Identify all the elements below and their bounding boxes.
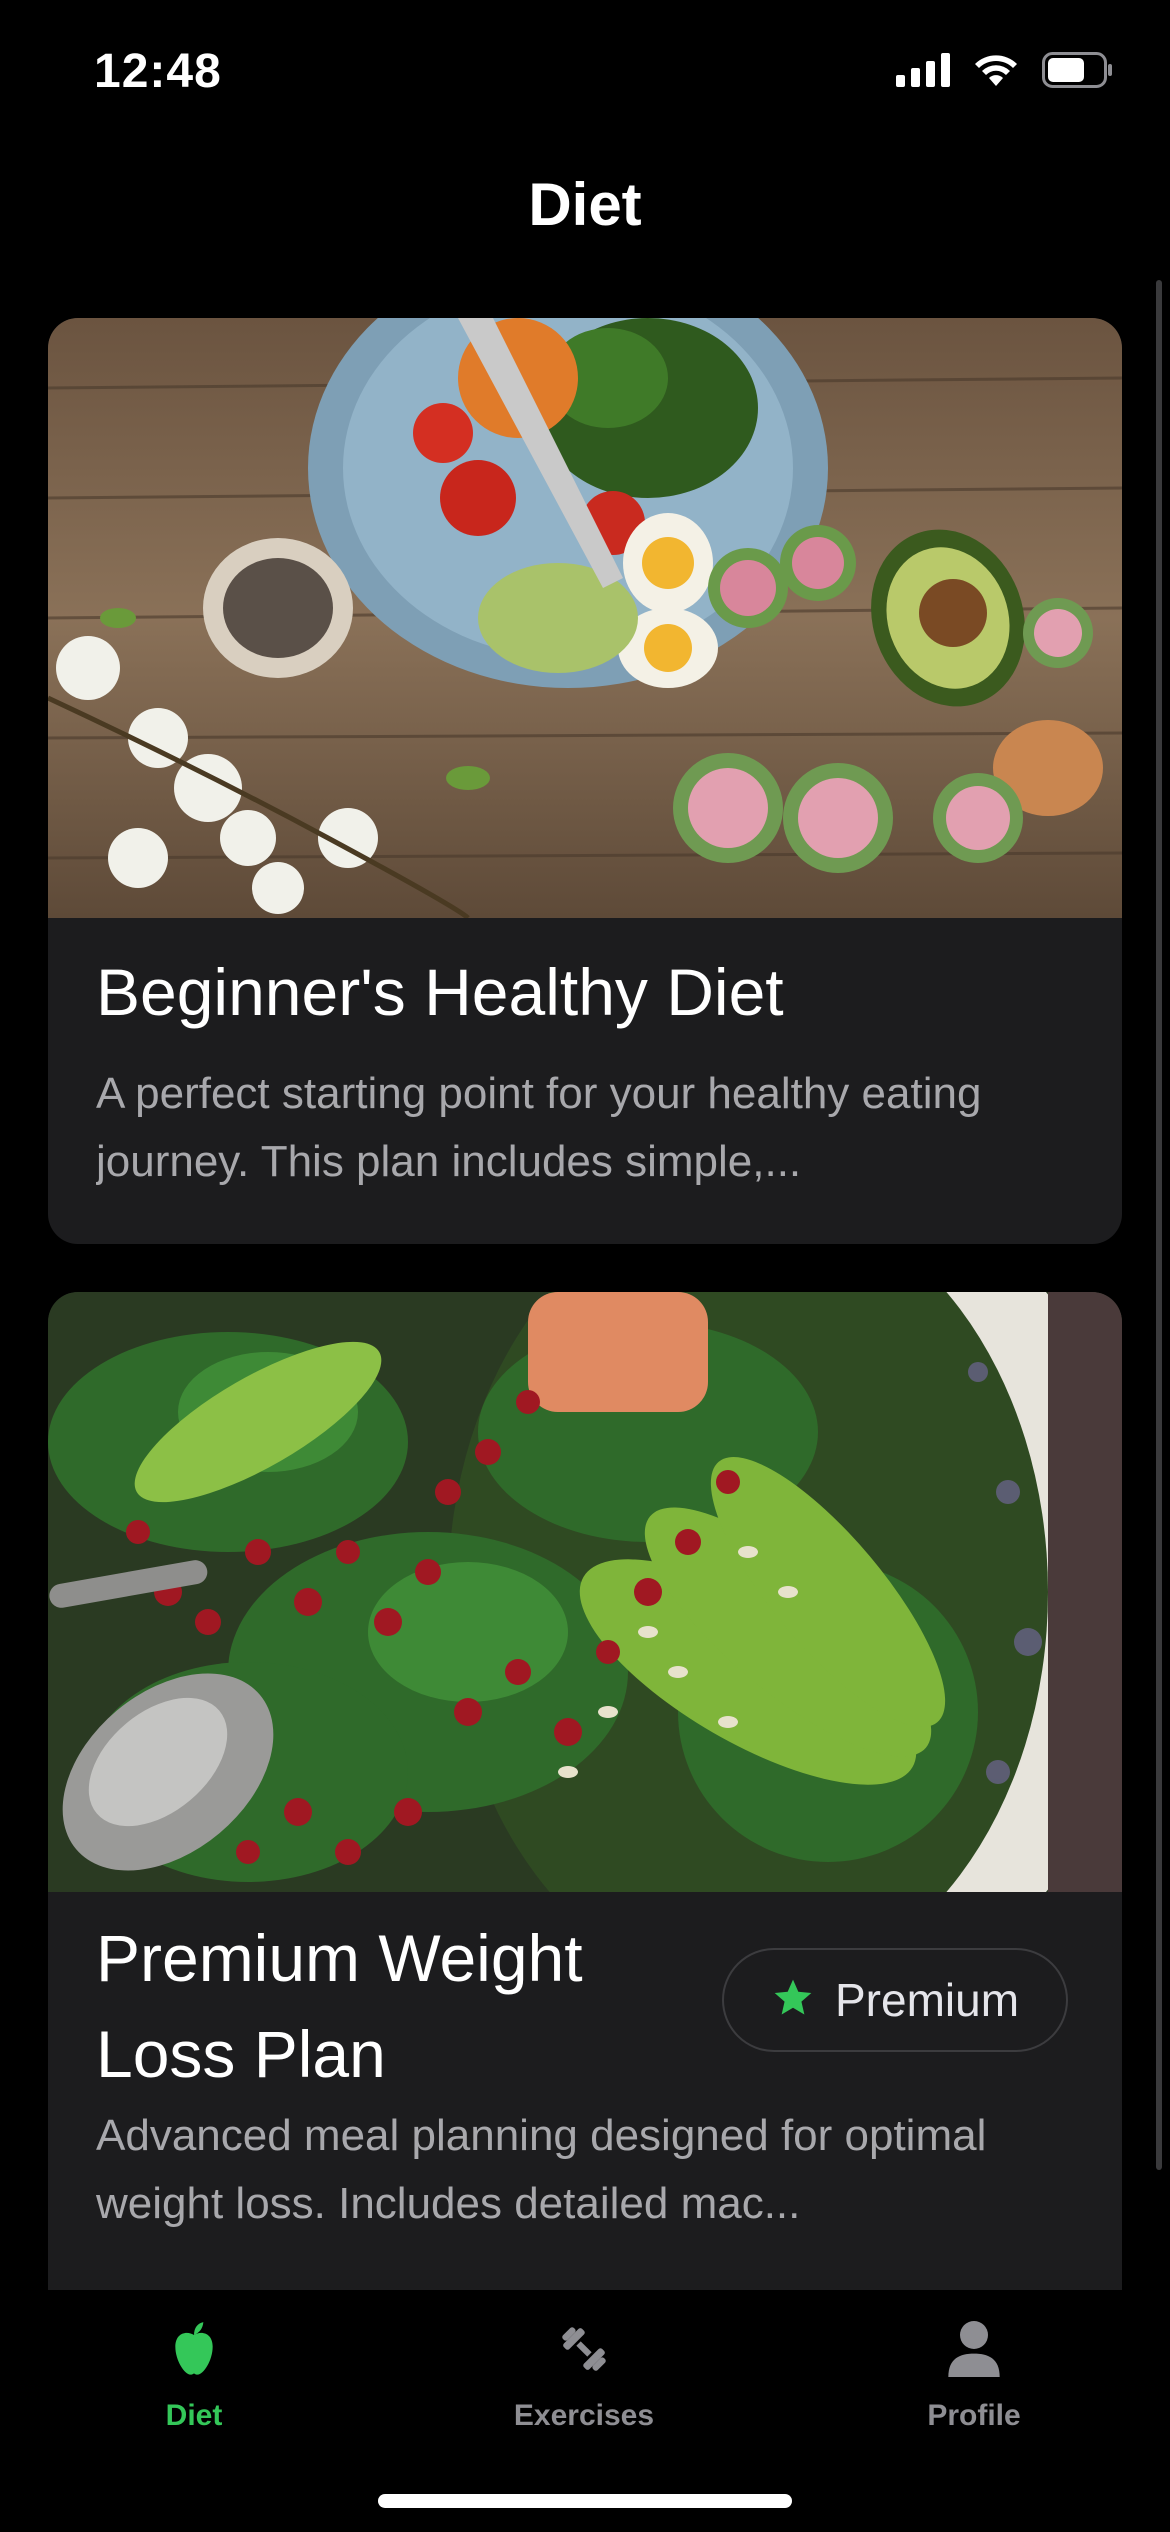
tab-diet[interactable]: Diet [44,2318,344,2433]
status-time: 12:48 [94,45,222,98]
diet-plan-card[interactable]: Beginner's Healthy Diet A perfect starti… [48,318,1122,1244]
card-title: Loss Plan [96,2017,386,2091]
tab-profile[interactable]: Profile [824,2318,1124,2433]
salad-bowl-photo [48,318,1122,918]
diet-plan-card[interactable]: Premium Weight Loss Plan Premium Advance… [48,1292,1122,2290]
spinach-avocado-salad-photo [48,1292,1122,1892]
dumbbell-icon [553,2327,615,2384]
page-title: Diet [528,171,642,238]
card-description-line: A perfect starting point for your health… [96,1069,982,1186]
status-icons [896,52,1114,93]
card-title: Beginner's Healthy Diet [96,955,784,1029]
card-title: Premium Weight [96,1921,583,1995]
cellular-signal-icon [896,53,950,92]
tab-exercises[interactable]: Exercises [434,2318,734,2433]
person-icon [946,2321,1002,2384]
home-indicator[interactable] [378,2494,792,2508]
tab-label: Profile [927,2399,1021,2432]
battery-icon [1042,52,1114,93]
premium-badge: Premium [722,1948,1068,2052]
apple-icon [166,2322,222,2384]
tab-label: Diet [165,2399,223,2432]
premium-label: Premium [834,1974,1020,2026]
card-description-line: Advanced meal planning designed for opti… [96,2111,987,2228]
tab-label: Exercises [513,2399,655,2432]
wifi-icon [972,52,1020,93]
status-bar: 12:48 [0,0,1170,150]
scrollbar[interactable] [1156,280,1162,2170]
star-icon [771,1976,815,2025]
diet-plan-list[interactable]: Beginner's Healthy Diet A perfect starti… [0,318,1170,2290]
